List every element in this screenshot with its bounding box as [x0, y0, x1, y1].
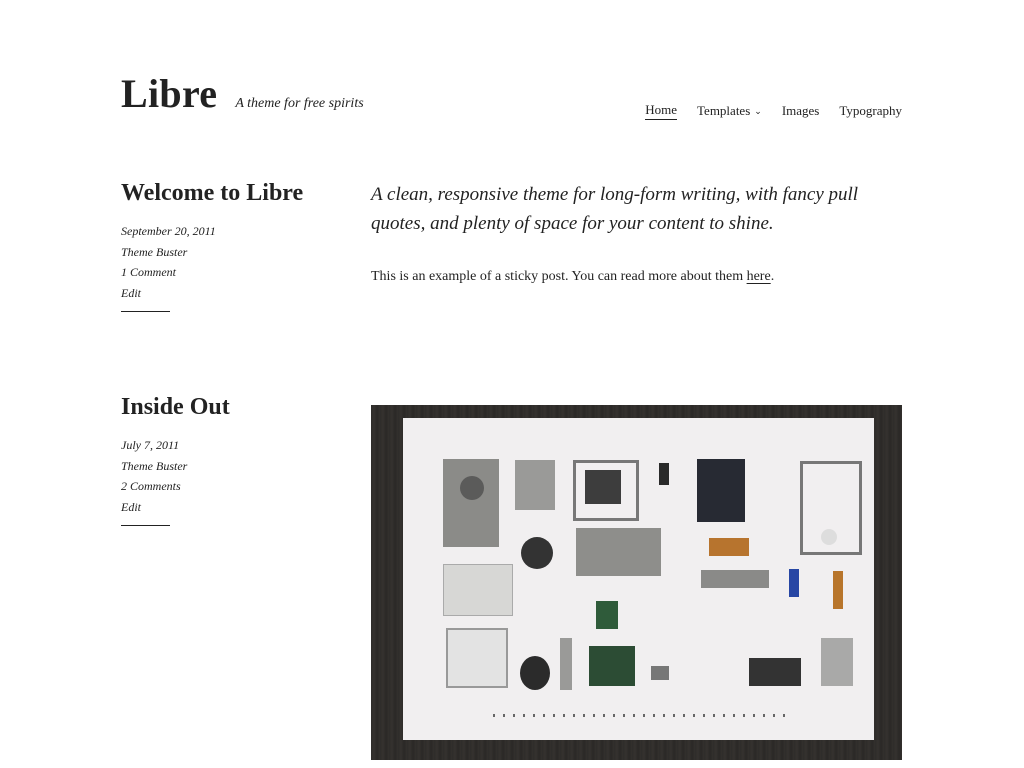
post-meta: Inside Out July 7, 2011 Theme Buster 2 C… — [121, 394, 311, 526]
post-text-after-link: . — [770, 269, 775, 284]
post-paragraph: This is an example of a sticky post. You… — [371, 266, 902, 288]
site-branding: Libre A theme for free spirits — [121, 74, 364, 114]
post-meta-list: September 20, 2011 Theme Buster 1 Commen… — [121, 221, 311, 303]
site-title[interactable]: Libre — [121, 74, 217, 114]
post-content: A clean, responsive theme for long-form … — [371, 180, 902, 288]
meta-divider — [121, 311, 170, 312]
site-tagline: A theme for free spirits — [235, 96, 364, 111]
nav-item-typography[interactable]: Typography — [839, 103, 902, 119]
nav-item-home[interactable]: Home — [645, 102, 678, 120]
post-title-link[interactable]: Inside Out — [121, 394, 311, 421]
featured-image-link[interactable] — [371, 405, 902, 760]
post-edit-link[interactable]: Edit — [121, 497, 311, 518]
meta-divider — [121, 525, 170, 526]
post-meta: Welcome to Libre September 20, 2011 Them… — [121, 180, 311, 312]
post-comments-link[interactable]: 2 Comments — [121, 476, 311, 497]
post-comments-link[interactable]: 1 Comment — [121, 262, 311, 283]
post-edit-link[interactable]: Edit — [121, 283, 311, 304]
post-text-before-link: This is an example of a sticky post. You… — [371, 269, 747, 284]
nav-item-images[interactable]: Images — [782, 103, 820, 119]
chevron-down-icon: ⌄ — [754, 106, 762, 116]
post-author-link[interactable]: Theme Buster — [121, 242, 311, 263]
post-inline-link[interactable]: here — [747, 269, 771, 284]
main-navigation: Home Templates ⌄ Images Typography — [645, 102, 902, 120]
nav-item-templates[interactable]: Templates ⌄ — [697, 103, 762, 119]
post-date-link[interactable]: September 20, 2011 — [121, 221, 311, 242]
page: Libre A theme for free spirits Home Temp… — [0, 0, 1024, 768]
post-date-link[interactable]: July 7, 2011 — [121, 435, 311, 456]
post-author-link[interactable]: Theme Buster — [121, 456, 311, 477]
disassembled-camera-image — [403, 418, 874, 740]
nav-item-templates-label: Templates — [697, 103, 751, 118]
post-title-link[interactable]: Welcome to Libre — [121, 180, 311, 207]
post-meta-list: July 7, 2011 Theme Buster 2 Comments Edi… — [121, 435, 311, 517]
post-pullquote: A clean, responsive theme for long-form … — [371, 184, 859, 234]
